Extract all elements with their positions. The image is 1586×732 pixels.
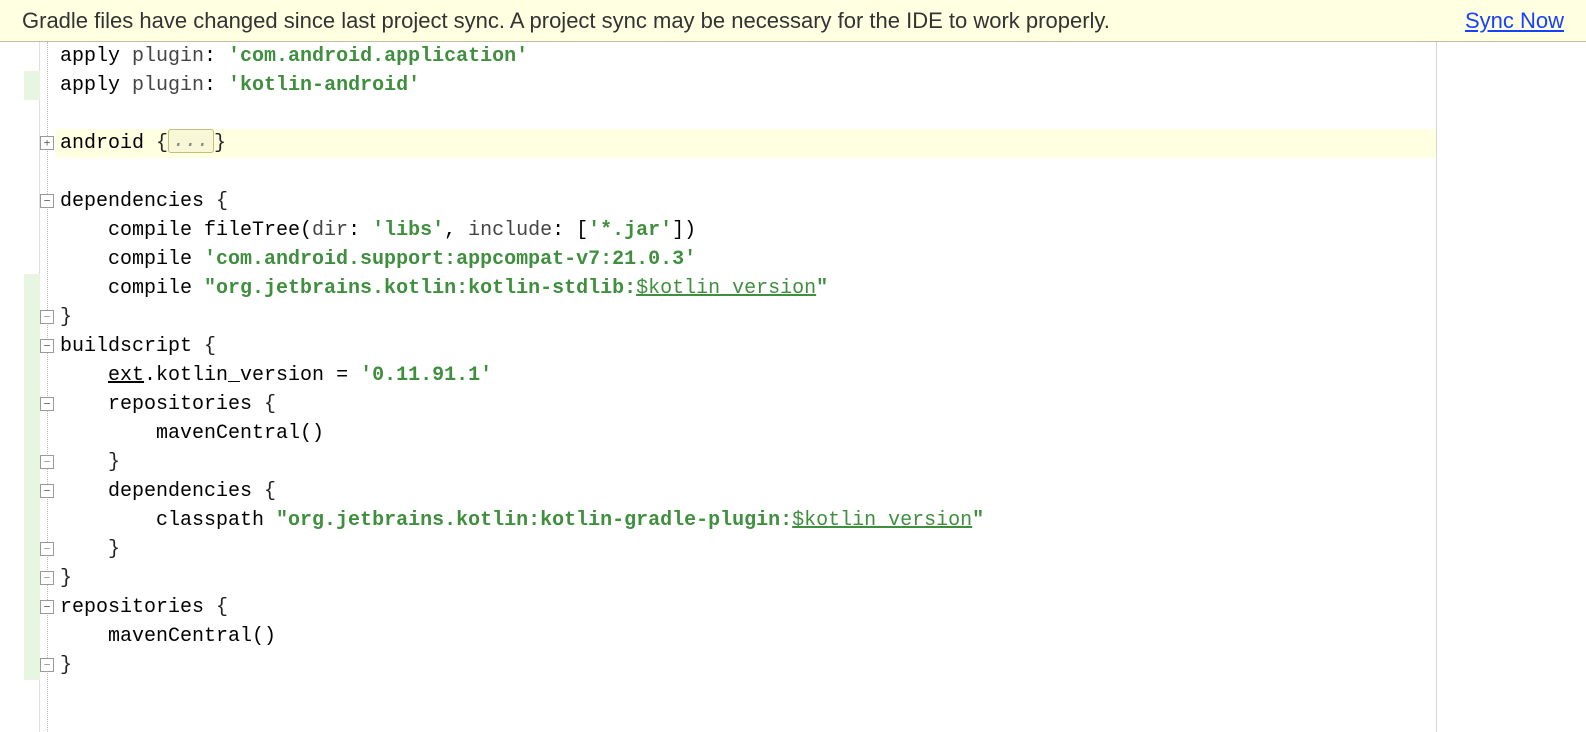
code-token: "org.jetbrains.kotlin:kotlin-stdlib: [204,277,636,300]
code-line[interactable]: } [56,564,1436,593]
code-token: " [972,509,984,532]
code-token: plugin [132,74,204,97]
vcs-change-marker[interactable] [24,274,40,680]
code-token: dependencies [60,480,264,503]
code-token: mavenCentral() [60,625,276,648]
code-token: } [60,306,72,329]
fold-collapse-icon[interactable] [40,600,54,614]
code-token: compile [60,248,204,271]
code-line[interactable]: android {...} [56,129,1436,158]
code-token: "org.jetbrains.kotlin:kotlin-gradle-plug… [276,509,792,532]
code-token: : [204,45,228,68]
fold-end-icon[interactable] [40,542,54,556]
fold-end-icon[interactable] [40,455,54,469]
code-token: : [204,74,228,97]
code-token: { [264,393,276,416]
code-line[interactable] [56,100,1436,129]
code-token: } [60,451,120,474]
fold-end-icon[interactable] [40,658,54,672]
code-editor[interactable]: apply plugin: 'com.android.application'a… [0,42,1586,732]
fold-expand-icon[interactable] [40,136,54,150]
code-token [60,364,108,387]
code-token: plugin [132,45,204,68]
code-token: compile fileTree( [60,219,312,242]
code-line[interactable]: apply plugin: 'kotlin-android' [56,71,1436,100]
code-token: } [60,567,72,590]
code-line[interactable]: } [56,303,1436,332]
code-token: ext [108,364,144,387]
code-token: '*.jar' [588,219,672,242]
sync-notification-bar: Gradle files have changed since last pro… [0,0,1586,42]
code-token: compile [60,277,204,300]
code-token: : [ [552,219,588,242]
code-token: repositories [60,393,264,416]
code-token: 'libs' [372,219,444,242]
vcs-change-marker[interactable] [24,71,40,100]
code-token: 'com.android.support:appcompat-v7:21.0.3… [204,248,696,271]
code-line[interactable]: ext.kotlin_version = '0.11.91.1' [56,361,1436,390]
error-stripe[interactable] [1436,42,1586,732]
code-token: , [444,219,468,242]
code-token: '0.11.91.1' [360,364,492,387]
code-token: dir [312,219,348,242]
code-token: buildscript [60,335,204,358]
code-area[interactable]: apply plugin: 'com.android.application'a… [56,42,1436,732]
code-line[interactable]: dependencies { [56,187,1436,216]
code-line[interactable]: } [56,448,1436,477]
code-token: } [60,654,72,677]
code-line[interactable]: } [56,535,1436,564]
fold-collapse-icon[interactable] [40,397,54,411]
fold-collapse-icon[interactable] [40,484,54,498]
code-token: $kotlin_version [792,509,972,532]
fold-end-icon[interactable] [40,571,54,585]
code-token: { [204,335,216,358]
sync-notification-text: Gradle files have changed since last pro… [22,0,1110,42]
code-token: " [816,277,828,300]
code-token: android [60,132,156,155]
code-token: classpath [60,509,276,532]
code-token: } [214,132,226,155]
code-line[interactable]: repositories { [56,593,1436,622]
code-token: 'kotlin-android' [228,74,420,97]
code-line[interactable]: compile "org.jetbrains.kotlin:kotlin-std… [56,274,1436,303]
code-line[interactable]: buildscript { [56,332,1436,361]
fold-collapse-icon[interactable] [40,339,54,353]
code-line[interactable]: repositories { [56,390,1436,419]
code-token: .kotlin_version = [144,364,360,387]
fold-collapse-icon[interactable] [40,194,54,208]
code-token: ]) [672,219,696,242]
folded-region[interactable]: ... [168,129,214,153]
code-line[interactable] [56,158,1436,187]
code-line[interactable]: mavenCentral() [56,419,1436,448]
code-line[interactable]: classpath "org.jetbrains.kotlin:kotlin-g… [56,506,1436,535]
code-line[interactable]: compile 'com.android.support:appcompat-v… [56,245,1436,274]
editor-gutter [0,42,40,732]
code-token: $kotlin_version [636,277,816,300]
code-token: include [468,219,552,242]
sync-now-link[interactable]: Sync Now [1465,0,1564,42]
code-line[interactable]: mavenCentral() [56,622,1436,651]
code-token: { [216,596,228,619]
code-token: apply [60,45,132,68]
fold-end-icon[interactable] [40,310,54,324]
code-token: dependencies [60,190,216,213]
code-token: { [264,480,276,503]
code-token: : [348,219,372,242]
code-token: { [216,190,228,213]
code-token: 'com.android.application' [228,45,528,68]
code-token: { [156,132,168,155]
code-line[interactable]: } [56,651,1436,680]
code-token: } [60,538,120,561]
code-token: repositories [60,596,216,619]
code-line[interactable]: dependencies { [56,477,1436,506]
code-line[interactable]: apply plugin: 'com.android.application' [56,42,1436,71]
code-token: apply [60,74,132,97]
code-line[interactable]: compile fileTree(dir: 'libs', include: [… [56,216,1436,245]
code-token: mavenCentral() [60,422,324,445]
